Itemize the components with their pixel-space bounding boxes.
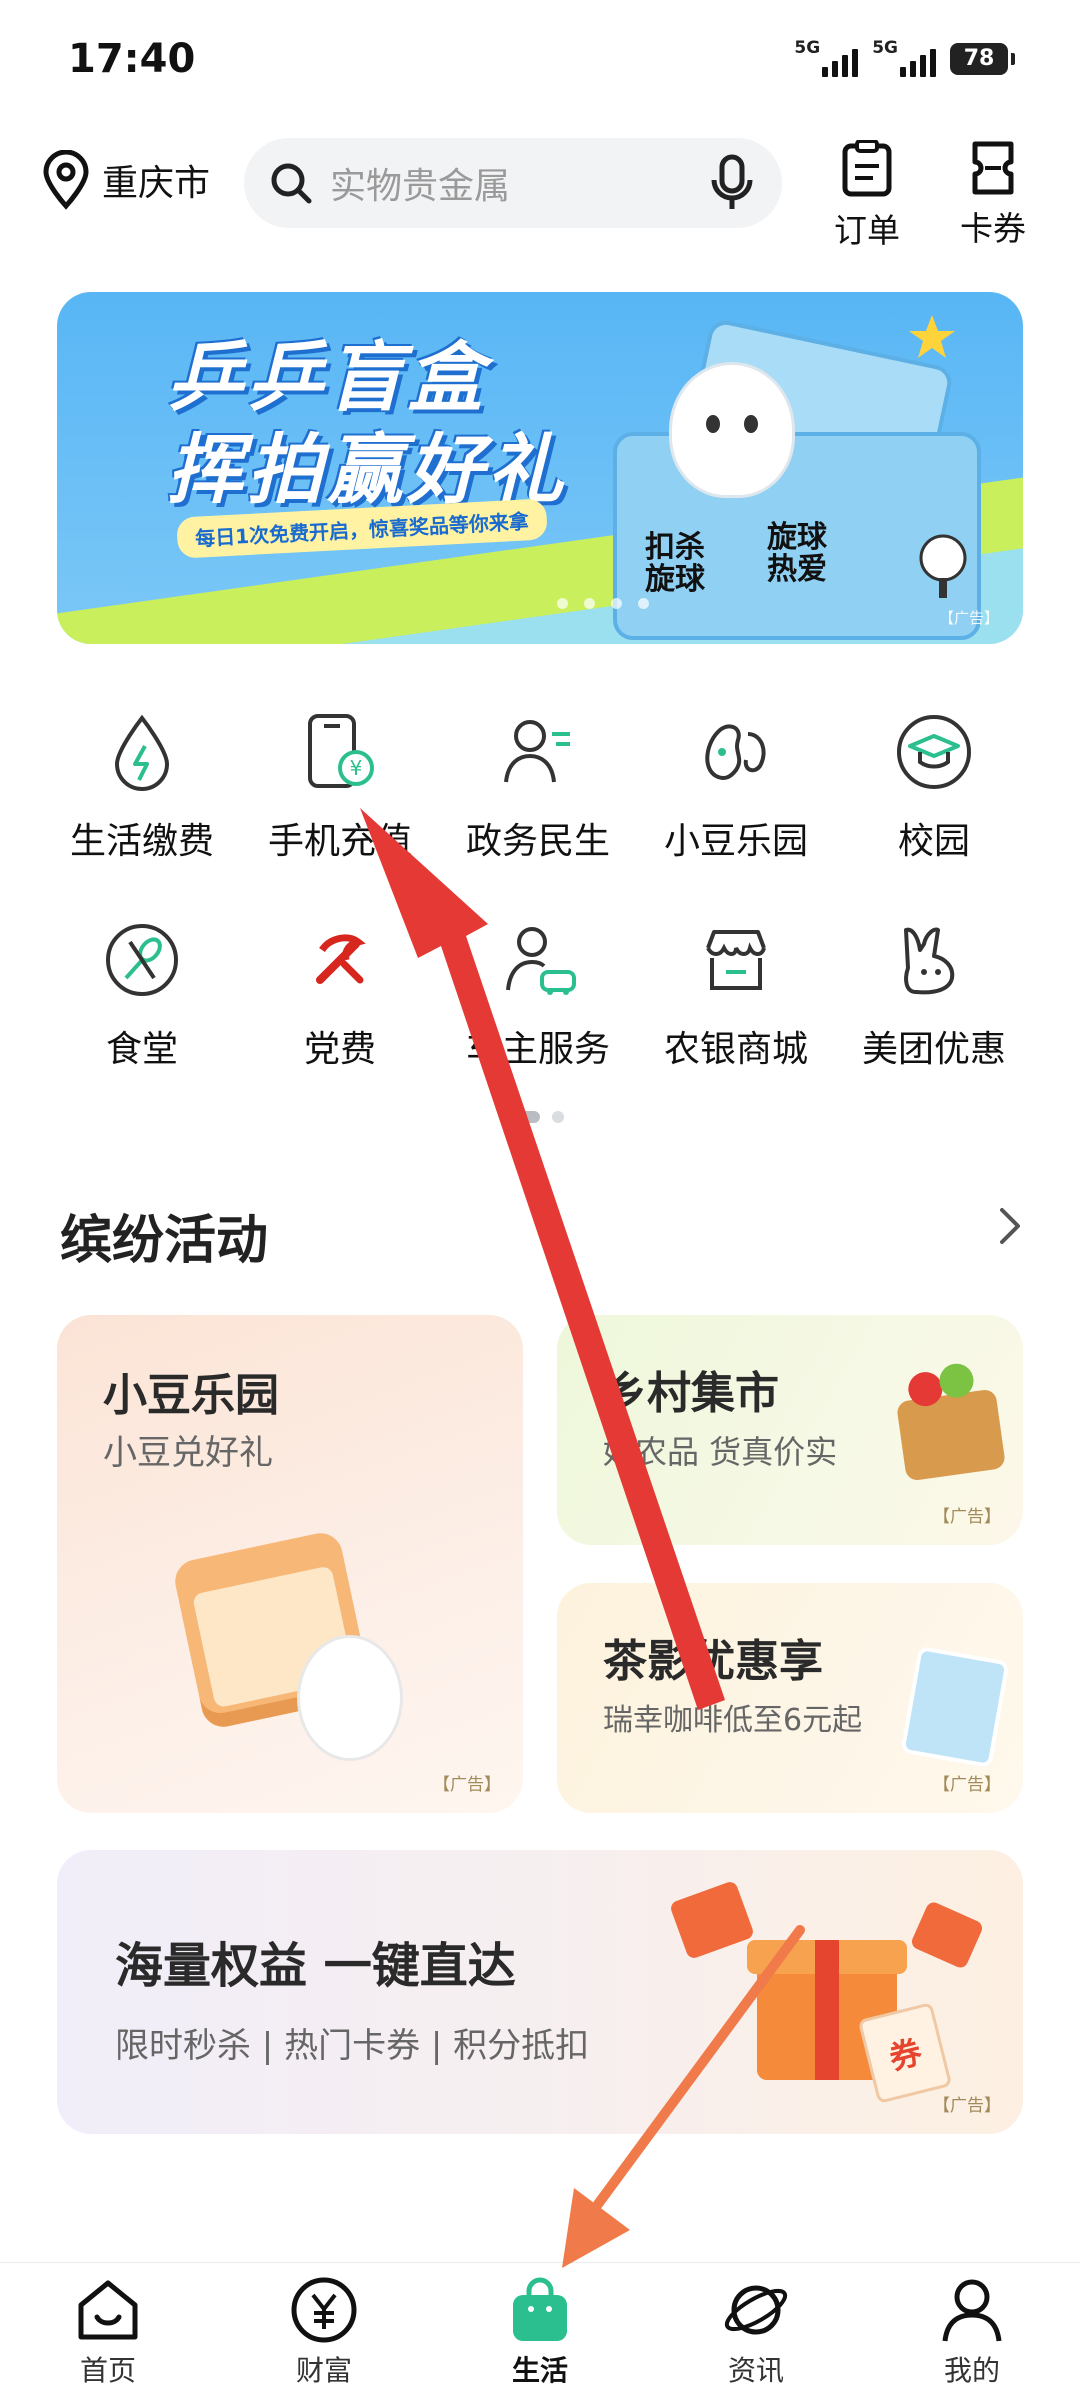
service-label: 车主服务	[465, 1029, 610, 1070]
tab-label: 我的	[943, 2354, 1000, 2387]
tab-home[interactable]: 首页	[48, 2275, 168, 2389]
grid-page-indicator	[508, 1111, 564, 1123]
status-time: 17:40	[68, 36, 196, 82]
card-xiaodou-park[interactable]: 小豆乐园 小豆兑好礼 【广告】	[57, 1315, 523, 1813]
tab-mine[interactable]: 我的	[912, 2275, 1032, 2389]
chevron-right-icon[interactable]	[998, 1206, 1022, 1246]
service-label: 食堂	[105, 1029, 178, 1070]
store-icon	[706, 930, 766, 990]
orders-label: 订单	[834, 211, 900, 250]
ad-label: 【广告】	[933, 2096, 1001, 2116]
orders-button[interactable]: 订单	[822, 140, 912, 252]
service-label: 美团优惠	[861, 1029, 1006, 1070]
bottom-tab-bar: 首页 财富 生活 资讯 我的	[0, 2262, 1080, 2404]
microphone-icon[interactable]	[710, 154, 754, 212]
city-label: 重庆市	[102, 163, 211, 204]
service-label: 农银商城	[663, 1029, 808, 1070]
water-drop-icon	[114, 714, 170, 791]
ad-label: 【广告】	[933, 1507, 1001, 1527]
party-emblem-icon	[316, 934, 366, 984]
red-envelope-illustration	[668, 1879, 756, 1961]
ad-label: 【广告】	[938, 609, 999, 627]
bean-icon	[705, 724, 766, 780]
tab-label: 资讯	[727, 2354, 784, 2387]
signal-5g-2-icon: 5G	[872, 40, 936, 77]
service-abc-mall[interactable]: 农银商城	[638, 920, 834, 1072]
coupons-button[interactable]: 卡券	[948, 140, 1038, 250]
coupon-ticket: 券	[857, 2002, 953, 2104]
car-owner-icon	[506, 927, 576, 995]
service-label: 生活缴费	[69, 821, 214, 862]
card-subtitle: 限时秒杀 | 热门卡券 | 积分抵扣	[115, 2026, 590, 2066]
planet-icon	[724, 2285, 788, 2335]
red-envelope-illustration	[909, 1899, 985, 1971]
ad-label: 【广告】	[433, 1775, 501, 1795]
coupons-label: 卡券	[960, 209, 1026, 248]
search-icon	[271, 163, 312, 204]
banner-page-dots	[557, 598, 649, 609]
location-pin-icon	[43, 150, 89, 210]
service-label: 手机充值	[267, 821, 412, 862]
service-citizen[interactable]: 政务民生	[440, 712, 636, 864]
phone-topup-icon: ¥	[308, 714, 374, 788]
tab-life[interactable]: 生活	[480, 2275, 600, 2389]
section-title: 缤纷活动	[60, 1211, 269, 1271]
card-title: 乡村集市	[603, 1368, 779, 1419]
meituan-icon	[904, 927, 955, 995]
fruit-basket-illustration	[895, 1361, 1007, 1482]
banner-title: 乒乒盲盒 挥拍赢好礼	[167, 333, 567, 514]
canteen-icon	[106, 924, 178, 996]
star-icon	[909, 315, 955, 358]
search-placeholder: 实物贵金属	[330, 166, 511, 207]
signal-5g-1-icon: 5G	[794, 40, 859, 77]
box-label-1: 扣杀 旋球	[645, 530, 705, 597]
card-subtitle: 小豆兑好礼	[103, 1433, 273, 1473]
service-label: 小豆乐园	[663, 821, 808, 862]
card-member-rights[interactable]: 海量权益 一键直达 限时秒杀 | 热门卡券 | 积分抵扣 券 【广告】	[57, 1850, 1023, 2134]
box-label-2: 旋球 热爱	[767, 520, 827, 587]
citizen-service-icon	[504, 720, 570, 783]
card-title: 小豆乐园	[103, 1370, 279, 1421]
card-tea-film-deals[interactable]: 茶影优惠享 瑞幸咖啡低至6元起 【广告】	[557, 1583, 1023, 1813]
service-label: 党费	[303, 1029, 376, 1070]
ad-label: 【广告】	[933, 1775, 1001, 1795]
graduation-cap-icon	[897, 715, 971, 789]
card-subtitle: 好农品 货真价实	[603, 1433, 838, 1471]
status-indicators: 5G 5G 78	[794, 40, 1015, 77]
ping-pong-paddle-icon	[919, 534, 967, 598]
service-label: 政务民生	[465, 821, 610, 862]
home-icon	[78, 2280, 138, 2340]
card-title: 海量权益 一键直达	[115, 1938, 516, 1994]
service-life-payment[interactable]: 生活缴费	[44, 712, 240, 864]
tab-label: 生活	[511, 2354, 568, 2387]
tab-wealth[interactable]: 财富	[264, 2275, 384, 2389]
tab-label: 首页	[79, 2354, 136, 2387]
promo-banner[interactable]: 乒乒盲盒 挥拍赢好礼 每日1次免费开启，惊喜奖品等你来拿 扣杀 旋球 旋球 热爱…	[57, 292, 1023, 644]
mascot-illustration	[669, 362, 795, 498]
service-campus[interactable]: 校园	[836, 712, 1032, 864]
profile-icon	[942, 2279, 1002, 2342]
svg-text:¥: ¥	[350, 756, 363, 780]
yen-icon	[291, 2277, 357, 2343]
shopping-bag-icon	[513, 2277, 567, 2341]
card-village-market[interactable]: 乡村集市 好农品 货真价实 【广告】	[557, 1315, 1023, 1545]
ticket-icon	[972, 141, 1014, 195]
service-car-owner[interactable]: 车主服务	[440, 920, 636, 1072]
service-phone-topup[interactable]: ¥ 手机充值	[242, 712, 438, 864]
location-selector[interactable]: 重庆市	[40, 150, 210, 210]
mascot-illustration	[297, 1635, 403, 1761]
search-bar[interactable]: 实物贵金属	[244, 138, 782, 228]
battery-icon: 78	[950, 42, 1015, 75]
card-subtitle: 瑞幸咖啡低至6元起	[603, 1703, 863, 1738]
service-canteen[interactable]: 食堂	[44, 920, 240, 1072]
tab-label: 财富	[295, 2354, 352, 2387]
service-label: 校园	[897, 821, 970, 862]
card-title: 茶影优惠享	[603, 1636, 823, 1687]
clipboard-icon	[842, 140, 892, 197]
tab-news[interactable]: 资讯	[696, 2275, 816, 2389]
service-party-fee[interactable]: 党费	[242, 920, 438, 1072]
coffee-card-illustration	[900, 1645, 1010, 1769]
service-bean-park[interactable]: 小豆乐园	[638, 712, 834, 864]
service-meituan[interactable]: 美团优惠	[836, 920, 1032, 1072]
